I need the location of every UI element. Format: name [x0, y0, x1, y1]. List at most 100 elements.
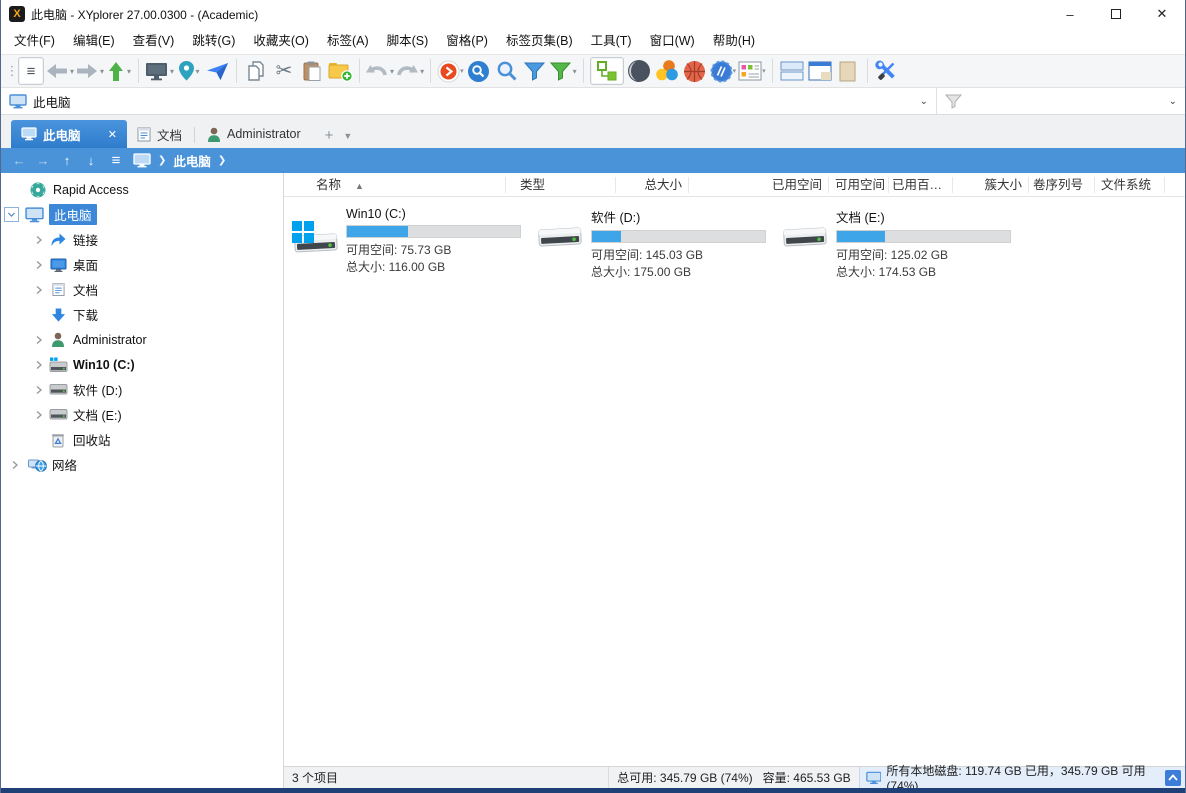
preview-panel-button[interactable]	[835, 57, 861, 85]
menu-toggle-button[interactable]: ≡	[18, 57, 44, 85]
menu-help[interactable]: 帮助(H)	[704, 30, 764, 52]
cut-button[interactable]: ✂	[271, 57, 297, 85]
report-button[interactable]: ▾	[738, 57, 766, 85]
menu-favorites[interactable]: 收藏夹(O)	[244, 30, 318, 52]
column-type[interactable]: 类型	[506, 177, 616, 193]
tree-toggle-button[interactable]	[590, 57, 624, 85]
column-free-space[interactable]: 可用空间	[829, 177, 889, 193]
crumb-back-icon[interactable]: ←	[7, 153, 31, 168]
minimize-button[interactable]: –	[1047, 0, 1093, 28]
expander-icon[interactable]	[31, 232, 47, 248]
column-used-space[interactable]: 已用空间	[689, 177, 829, 193]
tree-item-documents[interactable]: 文档	[1, 277, 283, 302]
close-button[interactable]: ✕	[1139, 0, 1185, 28]
toolbar-grip-icon[interactable]: ⋮	[5, 63, 17, 79]
tab-close-icon[interactable]: ✕	[108, 128, 117, 141]
back-dropdown-icon[interactable]: ▾	[70, 67, 74, 76]
drive-item-e[interactable]: 文档 (E:) 可用空间: 125.02 GB 总大小: 174.53 GB	[780, 207, 1025, 281]
expander-icon[interactable]	[31, 257, 47, 273]
column-volume-serial[interactable]: 卷序列号	[1029, 177, 1095, 193]
mini-tree-dropdown-icon[interactable]: ▾	[170, 67, 174, 76]
column-name[interactable]: 名称▲	[284, 177, 506, 193]
tag-badge-button[interactable]: ▾	[710, 57, 737, 85]
tab-list-dropdown-icon[interactable]: ▼	[343, 131, 358, 148]
expander-icon[interactable]	[31, 357, 47, 373]
collapse-expander-icon[interactable]	[4, 207, 19, 222]
find-files-button[interactable]	[494, 57, 520, 85]
dark-mode-button[interactable]	[626, 57, 652, 85]
tree-item-this-pc[interactable]: 此电脑	[1, 202, 283, 227]
navigate-button[interactable]	[204, 57, 230, 85]
address-value[interactable]: 此电脑	[33, 92, 71, 111]
expander-icon[interactable]	[31, 382, 47, 398]
computer-icon[interactable]	[133, 153, 151, 168]
up-button[interactable]: ▾	[106, 57, 132, 85]
disk-summary-section[interactable]: 所有本地磁盘: 119.74 GB 已用，345.79 GB 可用 (74%)	[859, 767, 1185, 788]
live-filter-button[interactable]	[466, 57, 492, 85]
tree-item-downloads[interactable]: 下载	[1, 302, 283, 327]
new-folder-button[interactable]	[327, 57, 353, 85]
filter-button[interactable]	[522, 57, 548, 85]
tree-item-links[interactable]: 链接	[1, 227, 283, 252]
up-dropdown-icon[interactable]: ▾	[127, 67, 131, 76]
column-total-size[interactable]: 总大小	[616, 177, 689, 193]
menu-file[interactable]: 文件(F)	[5, 30, 64, 52]
menu-view[interactable]: 查看(V)	[124, 30, 184, 52]
menu-tags[interactable]: 标签(A)	[318, 30, 378, 52]
mini-tree-button[interactable]: ▾	[145, 57, 174, 85]
undo-button[interactable]: ▾	[366, 57, 394, 85]
tree-item-desktop[interactable]: 桌面	[1, 252, 283, 277]
crumb-menu-icon[interactable]: ≡	[103, 152, 129, 169]
tree-item-drive-d[interactable]: 软件 (D:)	[1, 377, 283, 402]
crumb-up-icon[interactable]: ↑	[55, 153, 79, 168]
drive-item-c[interactable]: Win10 (C:) 可用空间: 75.73 GB 总大小: 116.00 GB	[290, 207, 535, 276]
power-go-dropdown-icon[interactable]: ▾	[460, 67, 464, 75]
breadcrumb-location[interactable]: 此电脑	[173, 151, 211, 170]
tab-administrator[interactable]: Administrator	[197, 120, 311, 148]
expander-icon[interactable]	[31, 282, 47, 298]
menu-panes[interactable]: 窗格(P)	[437, 30, 497, 52]
color-filter-button[interactable]	[654, 57, 680, 85]
visual-filter-dropdown-icon[interactable]: ▾	[573, 67, 577, 76]
tree-item-network[interactable]: 网络	[1, 452, 283, 477]
menu-scripting[interactable]: 脚本(S)	[378, 30, 438, 52]
tree-item-recycle-bin[interactable]: 回收站	[1, 427, 283, 452]
expander-icon[interactable]	[31, 407, 47, 423]
pane-layout-button[interactable]	[807, 57, 833, 85]
tools-button[interactable]	[874, 57, 900, 85]
redo-dropdown-icon[interactable]: ▾	[420, 67, 424, 76]
crumb-down-icon[interactable]: ↓	[79, 153, 103, 168]
column-cluster-size[interactable]: 簇大小	[953, 177, 1029, 193]
menu-tools[interactable]: 工具(T)	[582, 30, 641, 52]
paste-button[interactable]	[299, 57, 325, 85]
horizontal-panes-button[interactable]	[779, 57, 805, 85]
report-dropdown-icon[interactable]: ▾	[762, 67, 766, 75]
tree-item-drive-e[interactable]: 文档 (E:)	[1, 402, 283, 427]
maximize-button[interactable]	[1093, 0, 1139, 28]
visual-filter-button[interactable]: ▾	[550, 57, 577, 85]
column-file-system[interactable]: 文件系统	[1095, 177, 1165, 193]
tab-documents[interactable]: 文档	[127, 120, 192, 148]
go-to-button[interactable]: ▾	[176, 57, 202, 85]
forward-button[interactable]: ▾	[76, 57, 104, 85]
address-dropdown-icon[interactable]: ⌄	[920, 96, 928, 107]
back-button[interactable]: ▾	[46, 57, 74, 85]
crumb-forward-icon[interactable]: →	[31, 153, 55, 168]
expander-icon[interactable]	[7, 457, 23, 473]
expander-icon[interactable]	[31, 332, 47, 348]
menu-edit[interactable]: 编辑(E)	[64, 30, 124, 52]
address-bar[interactable]: 此电脑 ⌄	[1, 88, 936, 114]
menu-window[interactable]: 窗口(W)	[641, 30, 704, 52]
redo-button[interactable]: ▾	[396, 57, 424, 85]
tree-item-administrator[interactable]: Administrator	[1, 327, 283, 352]
new-tab-button[interactable]: +	[311, 127, 344, 148]
column-used-percent[interactable]: 已用百…	[889, 177, 953, 193]
tab-this-pc[interactable]: 此电脑 ✕	[11, 120, 127, 148]
filter-dropdown-icon[interactable]: ⌄	[1169, 96, 1177, 107]
go-to-dropdown-icon[interactable]: ▾	[196, 67, 200, 76]
undo-dropdown-icon[interactable]: ▾	[390, 67, 394, 76]
forward-dropdown-icon[interactable]: ▾	[100, 67, 104, 76]
menu-go[interactable]: 跳转(G)	[183, 30, 244, 52]
drive-item-d[interactable]: 软件 (D:) 可用空间: 145.03 GB 总大小: 175.00 GB	[535, 207, 780, 281]
tag-badge-dropdown-icon[interactable]: ▾	[733, 67, 737, 75]
